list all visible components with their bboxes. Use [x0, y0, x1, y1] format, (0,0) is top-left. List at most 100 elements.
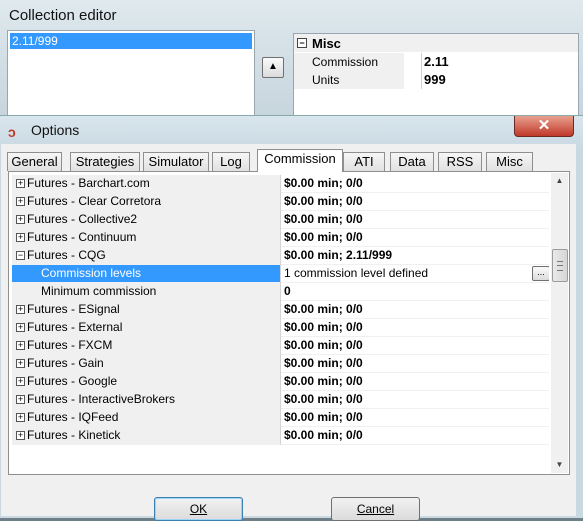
expand-icon[interactable]: + — [16, 233, 25, 242]
provider-row[interactable]: + Futures - Gain $0.00 min; 0/0 — [12, 355, 549, 373]
collapse-icon[interactable]: − — [297, 38, 307, 48]
row-value[interactable]: $0.00 min; 0/0 — [284, 355, 363, 372]
provider-row[interactable]: + Futures - Barchart.com $0.00 min; 0/0 — [12, 175, 549, 193]
tab-commission[interactable]: Commission — [257, 149, 343, 172]
provider-row[interactable]: + Futures - InteractiveBrokers $0.00 min; … — [12, 391, 549, 409]
row-name-cell[interactable]: + Futures - InteractiveBrokers — [12, 391, 280, 408]
row-value[interactable]: $0.00 min; 0/0 — [284, 193, 363, 210]
provider-row[interactable]: + Futures - Kinetick $0.00 min; 0/0 — [12, 427, 549, 445]
row-value[interactable]: $0.00 min; 0/0 — [284, 301, 363, 318]
row-value[interactable]: $0.00 min; 0/0 — [284, 175, 363, 192]
row-value[interactable]: $0.00 min; 0/0 — [284, 229, 363, 246]
tab-misc[interactable]: Misc — [486, 152, 533, 171]
row-label: Futures - Continuum — [27, 230, 137, 244]
row-label: Minimum commission — [41, 284, 157, 298]
row-name-cell[interactable]: + Futures - Gain — [12, 355, 280, 372]
row-value[interactable]: $0.00 min; 0/0 — [284, 391, 363, 408]
tab-general[interactable]: General — [7, 152, 62, 171]
row-value[interactable]: $0.00 min; 0/0 — [284, 211, 363, 228]
vertical-scrollbar[interactable]: ▲ ▼ — [551, 173, 568, 473]
property-row-commission[interactable]: Commission 2.11 — [294, 53, 578, 71]
expand-icon[interactable]: + — [16, 323, 25, 332]
expand-icon[interactable]: + — [16, 431, 25, 440]
expand-icon[interactable]: + — [16, 395, 25, 404]
row-name-cell[interactable]: Minimum commission — [12, 283, 280, 300]
expand-icon[interactable]: + — [16, 359, 25, 368]
column-divider — [280, 301, 281, 319]
row-value[interactable]: $0.00 min; 0/0 — [284, 319, 363, 336]
ellipsis-button[interactable]: ... — [532, 266, 549, 281]
commission-grid[interactable]: + Futures - Barchart.com $0.00 min; 0/0 + Fu… — [12, 175, 549, 471]
scrollbar-thumb[interactable] — [552, 249, 568, 282]
provider-row[interactable]: − Futures - CQG $0.00 min; 2.11/999 — [12, 247, 549, 265]
provider-row[interactable]: + Futures - External $0.00 min; 0/0 — [12, 319, 549, 337]
row-value[interactable]: 1 commission level defined — [284, 265, 428, 282]
collection-editor-window: Collection editor 2.11/999 ▲ − Misc Comm… — [0, 0, 583, 120]
provider-row[interactable]: + Futures - Collective2 $0.00 min; 0/0 — [12, 211, 549, 229]
expand-icon[interactable]: + — [16, 179, 25, 188]
provider-row[interactable]: + Futures - FXCM $0.00 min; 0/0 — [12, 337, 549, 355]
row-name-cell[interactable]: + Futures - Continuum — [12, 229, 280, 246]
column-divider — [421, 53, 422, 71]
row-name-cell[interactable]: + Futures - Clear Corretora — [12, 193, 280, 210]
property-row-child[interactable]: Minimum commission 0 — [12, 283, 549, 301]
provider-row[interactable]: + Futures - Continuum $0.00 min; 0/0 — [12, 229, 549, 247]
tab-rss[interactable]: RSS — [438, 152, 482, 171]
property-row-child[interactable]: Commission levels 1 commission level defi… — [12, 265, 549, 283]
cancel-button[interactable]: Cancel — [331, 497, 420, 521]
expand-icon[interactable]: + — [16, 197, 25, 206]
column-divider — [280, 247, 281, 265]
tab-simulator[interactable]: Simulator — [143, 152, 209, 171]
row-value[interactable]: $0.00 min; 2.11/999 — [284, 247, 392, 264]
row-value[interactable]: 0 — [284, 283, 291, 300]
row-value[interactable]: $0.00 min; 0/0 — [284, 427, 363, 444]
row-name-cell[interactable]: + Futures - IQFeed — [12, 409, 280, 426]
collection-editor-title: Collection editor — [9, 7, 117, 24]
property-row-units[interactable]: Units 999 — [294, 71, 578, 89]
row-value[interactable]: $0.00 min; 0/0 — [284, 409, 363, 426]
collapse-icon[interactable]: − — [16, 251, 25, 260]
tab-ati[interactable]: ATI — [343, 152, 385, 171]
collection-list-item[interactable]: 2.11/999 — [10, 33, 252, 49]
expand-icon[interactable]: + — [16, 377, 25, 386]
tab-log[interactable]: Log — [212, 152, 250, 171]
scroll-up-icon[interactable]: ▲ — [551, 173, 568, 189]
tab-data[interactable]: Data — [390, 152, 434, 171]
provider-row[interactable]: + Futures - IQFeed $0.00 min; 0/0 — [12, 409, 549, 427]
expand-icon[interactable]: + — [16, 305, 25, 314]
property-category-misc[interactable]: − Misc — [294, 34, 578, 52]
property-grid[interactable]: − Misc Commission 2.11 Units 999 — [293, 33, 579, 119]
row-name-cell[interactable]: + Futures - Kinetick — [12, 427, 280, 444]
row-value[interactable]: $0.00 min; 0/0 — [284, 337, 363, 354]
options-dialog: ↄ Options ✕ General Strategies Simulator… — [0, 115, 583, 521]
scroll-down-icon[interactable]: ▼ — [551, 457, 568, 473]
row-name-cell[interactable]: − Futures - CQG — [12, 247, 280, 264]
collection-list[interactable]: 2.11/999 — [7, 30, 255, 118]
row-label: Futures - InteractiveBrokers — [27, 392, 176, 406]
row-name-cell[interactable]: + Futures - Collective2 — [12, 211, 280, 228]
expand-icon[interactable]: + — [16, 413, 25, 422]
property-value[interactable]: 999 — [424, 71, 446, 89]
move-up-button[interactable]: ▲ — [262, 57, 284, 78]
column-divider — [280, 175, 281, 193]
row-label: Commission levels — [41, 266, 142, 280]
provider-row[interactable]: + Futures - Clear Corretora $0.00 min; 0/0 — [12, 193, 549, 211]
ok-button[interactable]: OK — [154, 497, 243, 521]
column-divider — [280, 319, 281, 337]
row-name-cell[interactable]: + Futures - External — [12, 319, 280, 336]
row-name-cell[interactable]: + Futures - Barchart.com — [12, 175, 280, 192]
row-name-cell[interactable]: + Futures - Google — [12, 373, 280, 390]
provider-row[interactable]: + Futures - ESignal $0.00 min; 0/0 — [12, 301, 549, 319]
row-name-cell[interactable]: + Futures - ESignal — [12, 301, 280, 318]
row-value[interactable]: $0.00 min; 0/0 — [284, 373, 363, 390]
options-title: Options — [31, 122, 80, 138]
close-button[interactable]: ✕ — [514, 116, 574, 137]
expand-icon[interactable]: + — [16, 215, 25, 224]
expand-icon[interactable]: + — [16, 341, 25, 350]
property-value[interactable]: 2.11 — [424, 53, 449, 71]
row-name-cell[interactable]: + Futures - FXCM — [12, 337, 280, 354]
provider-row[interactable]: + Futures - Google $0.00 min; 0/0 — [12, 373, 549, 391]
tab-strategies[interactable]: Strategies — [70, 152, 140, 171]
row-name-cell[interactable]: Commission levels — [12, 265, 280, 282]
grip-icon — [557, 261, 563, 271]
